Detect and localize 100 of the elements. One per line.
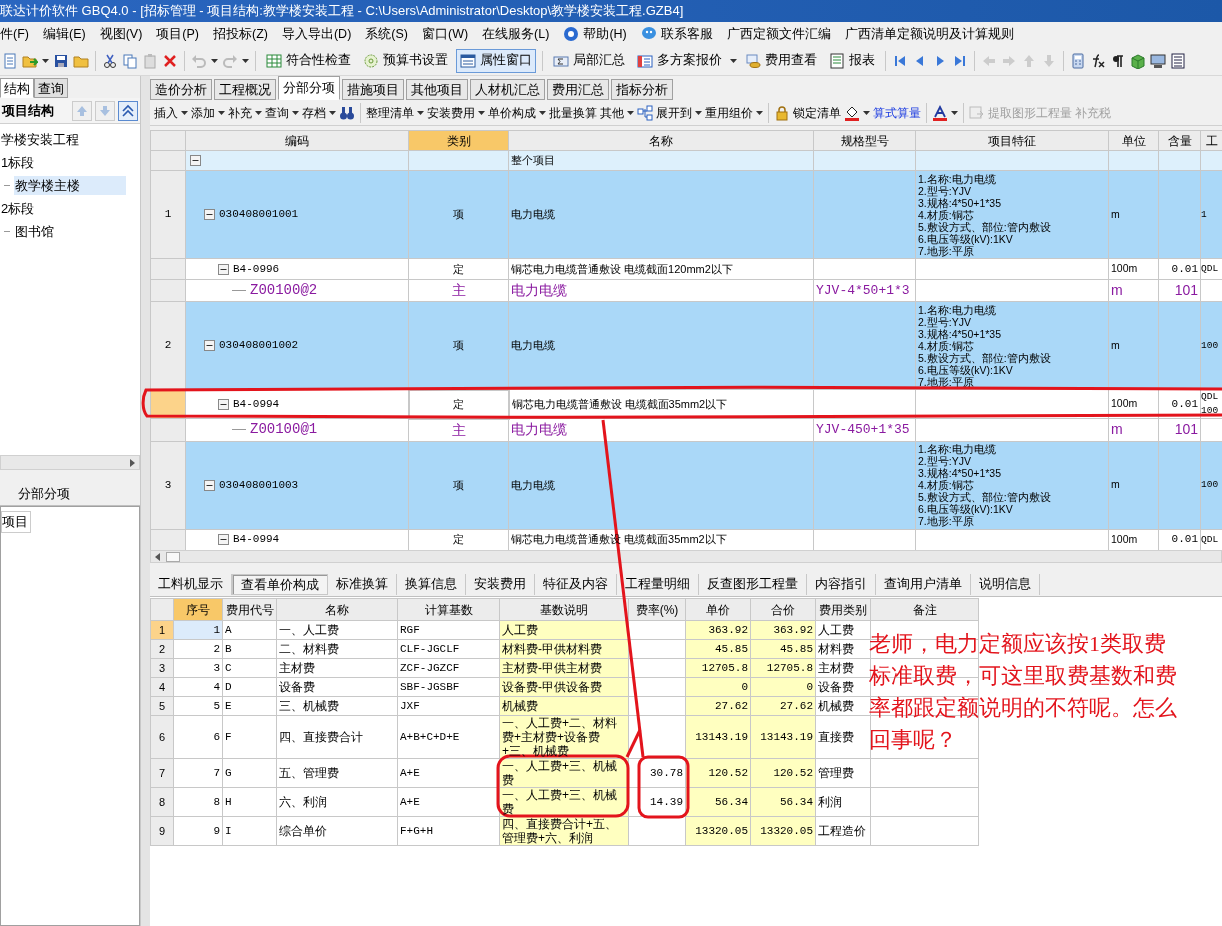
tab[interactable]: 结构 <box>0 78 34 98</box>
scissors-icon[interactable] <box>102 52 118 69</box>
toolbar-button[interactable]: 添加 <box>191 103 225 122</box>
scroll-thumb[interactable] <box>166 551 180 562</box>
toolbar-button[interactable]: 查询 <box>265 103 299 122</box>
column-header[interactable]: 费用代号 <box>222 598 277 621</box>
tree-item[interactable]: 图书馆 <box>14 221 55 242</box>
menu-item[interactable]: 编辑(E) <box>42 24 86 44</box>
toolbar-button[interactable]: 符合性检查 <box>262 48 355 73</box>
paint-bucket-icon[interactable] <box>844 104 860 121</box>
toolbar-button[interactable]: 报表 <box>825 48 879 73</box>
toolbar-button[interactable]: 安装费用 <box>427 103 485 122</box>
collapse-icon[interactable] <box>218 263 229 275</box>
menu-item[interactable]: 导入导出(D) <box>281 24 352 44</box>
menu-item[interactable]: 件(F) <box>0 24 29 44</box>
scrollbar[interactable] <box>150 550 1222 563</box>
column-header[interactable]: 费率(%) <box>628 598 686 621</box>
tab[interactable]: 费用汇总 <box>547 79 609 100</box>
dropdown-caret-icon[interactable] <box>211 58 218 63</box>
tab[interactable]: 查询用户清单 <box>876 573 971 595</box>
collapse-icon[interactable] <box>204 340 215 351</box>
tree-item[interactable]: 2标段 <box>0 198 36 219</box>
column-header[interactable]: 合价 <box>750 598 816 621</box>
tab[interactable]: 说明信息 <box>971 573 1040 595</box>
tab[interactable]: 工程概况 <box>214 79 276 100</box>
column-header[interactable]: 备注 <box>870 598 979 621</box>
menu-item[interactable]: 视图(V) <box>99 24 143 44</box>
menu-item[interactable]: 在线服务(L) <box>482 24 550 44</box>
tab[interactable]: 标准换算 <box>328 573 397 595</box>
delete-icon[interactable] <box>162 52 178 69</box>
tab[interactable]: 人材机汇总 <box>470 79 545 100</box>
font-color-icon[interactable] <box>932 104 948 121</box>
column-header[interactable]: 名称 <box>276 598 398 621</box>
toolbar-button[interactable]: 局部汇总 <box>549 48 629 73</box>
collapse-icon[interactable] <box>204 479 215 491</box>
toolbar-button[interactable]: 属性窗口 <box>456 48 536 73</box>
menu-item[interactable]: 帮助(H) <box>563 24 627 44</box>
toolbar-button[interactable]: 单价构成 <box>488 103 546 122</box>
column-header[interactable]: 序号 <box>173 598 223 621</box>
menu-item[interactable]: 招投标(Z) <box>213 24 268 44</box>
toolbar-button[interactable]: 重用组价 <box>705 103 763 122</box>
tab[interactable]: 查询 <box>34 78 68 98</box>
toolbar-button[interactable]: 批量换算 <box>549 103 597 122</box>
column-header[interactable]: 费用类别 <box>815 598 871 621</box>
tab[interactable]: 特征及内容 <box>535 573 617 595</box>
list-item[interactable]: 项目 <box>1 511 31 533</box>
toolbar-button[interactable]: 插入 <box>154 103 188 122</box>
toolbar-button[interactable]: 费用查看 <box>741 48 821 73</box>
new-file-icon[interactable] <box>2 52 18 69</box>
menu-item[interactable]: 系统(S) <box>365 24 408 44</box>
tab[interactable]: 分部分项 <box>278 76 340 100</box>
cube-icon[interactable] <box>1130 52 1146 69</box>
collapse-icon[interactable] <box>204 209 215 220</box>
tab[interactable]: 造价分析 <box>150 79 212 100</box>
scrollbar[interactable] <box>0 455 140 470</box>
menu-item[interactable]: 广西清单定额说明及计算规则 <box>844 24 1014 44</box>
tab[interactable]: 工程量明细 <box>617 573 699 595</box>
tab[interactable]: 措施项目 <box>342 79 404 100</box>
tab[interactable]: 反查图形工程量 <box>699 573 807 595</box>
column-header[interactable]: 规格型号 <box>813 130 916 151</box>
binoculars-icon[interactable] <box>339 104 355 121</box>
toolbar-button[interactable]: 预算书设置 <box>359 48 452 73</box>
tree-item[interactable]: 学楼安装工程 <box>0 129 80 150</box>
formula-icon[interactable] <box>1090 52 1106 69</box>
collapse-all-icon[interactable] <box>118 100 138 121</box>
expand-tree-icon[interactable] <box>637 104 653 121</box>
column-header[interactable]: 单价 <box>685 598 751 621</box>
column-header[interactable]: 单位 <box>1108 130 1159 151</box>
menu-item[interactable]: 联系客服 <box>640 24 713 44</box>
tab[interactable]: 指标分析 <box>611 79 673 100</box>
dropdown-caret-icon[interactable] <box>730 58 737 63</box>
column-header[interactable]: 项目特征 <box>915 130 1109 151</box>
dropdown-caret-icon[interactable] <box>42 58 49 63</box>
dropdown-caret-icon[interactable] <box>242 58 249 63</box>
tree-item[interactable]: 1标段 <box>0 152 36 173</box>
tab[interactable]: 换算信息 <box>397 573 466 595</box>
collapse-icon[interactable] <box>218 398 229 410</box>
tab[interactable]: 查看单价构成 <box>232 573 328 595</box>
collapse-icon[interactable] <box>190 155 201 166</box>
save-icon[interactable] <box>53 52 69 69</box>
toolbar-button[interactable]: 锁定清单 <box>793 103 841 122</box>
column-header[interactable]: 名称 <box>508 130 814 151</box>
column-header[interactable]: 含量 <box>1158 130 1201 151</box>
column-header[interactable]: 基数说明 <box>499 598 629 621</box>
toolbar-button[interactable]: 整理清单 <box>366 103 424 122</box>
lock-icon[interactable] <box>774 104 790 121</box>
tree-item[interactable]: 教学楼主楼 <box>14 175 126 196</box>
toolbar-button[interactable]: 补充 <box>228 103 262 122</box>
monitor-icon[interactable] <box>1150 52 1166 69</box>
menu-item[interactable]: 广西定额文件汇编 <box>726 24 831 44</box>
column-header[interactable]: 编码 <box>185 130 409 151</box>
collapse-icon[interactable] <box>218 534 229 545</box>
list-icon[interactable] <box>1170 52 1186 69</box>
toolbar-button[interactable]: 其他 <box>600 103 634 122</box>
tab[interactable]: 其他项目 <box>406 79 468 100</box>
dropdown-caret-icon[interactable] <box>863 110 870 115</box>
toolbar-button[interactable]: 多方案报价 <box>633 48 726 73</box>
toolbar-button[interactable]: 存档 <box>302 103 336 122</box>
toolbar-button[interactable]: 展开到 <box>656 103 702 122</box>
scroll-right-icon[interactable] <box>130 458 135 467</box>
